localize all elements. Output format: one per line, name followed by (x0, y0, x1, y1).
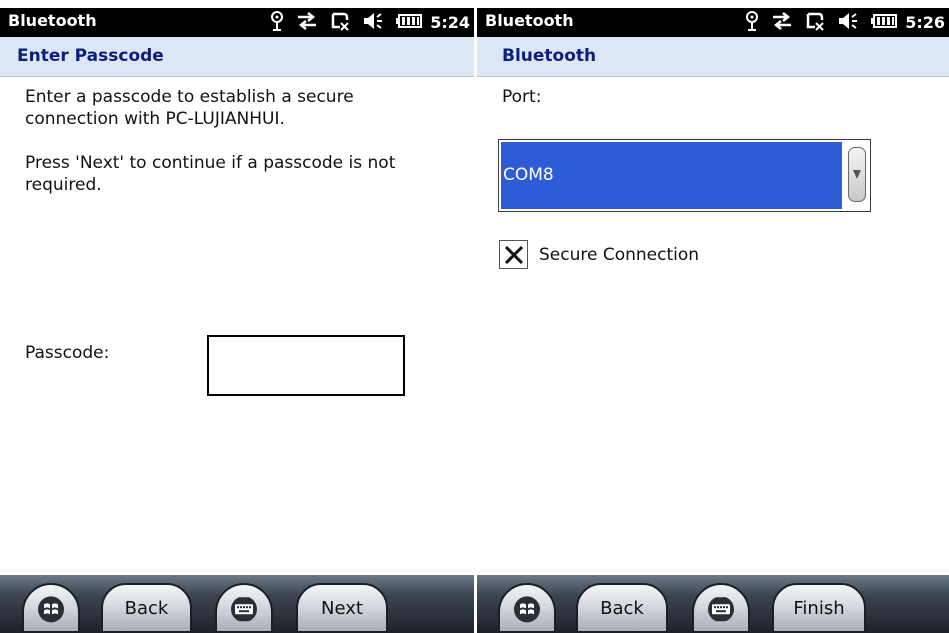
page-title: Enter Passcode (17, 46, 164, 66)
passcode-screen: Bluetooth 5:24 Enter Passcode Enter a pa… (0, 8, 474, 633)
speaker-icon[interactable] (362, 11, 384, 35)
header-bar: Enter Passcode (0, 37, 474, 77)
passcode-label: Passcode: (25, 343, 110, 363)
phone-hangup-icon[interactable] (330, 11, 350, 35)
status-icons: 5:24 (258, 10, 470, 35)
taskbar: Back Next (0, 575, 474, 633)
phone-hangup-icon[interactable] (805, 11, 825, 35)
taskbar: Back Finish (477, 575, 949, 633)
port-select-value: COM8 (503, 165, 554, 185)
back-button[interactable]: Back (101, 583, 192, 633)
passcode-content: Enter a passcode to establish a secure c… (0, 77, 474, 575)
header-bar: Bluetooth (477, 37, 949, 77)
status-time: 5:24 (430, 13, 470, 32)
start-button[interactable] (22, 583, 80, 633)
start-button[interactable] (498, 583, 556, 633)
passcode-input[interactable] (207, 335, 405, 396)
battery-icon[interactable] (396, 13, 423, 33)
status-title: Bluetooth (485, 11, 574, 30)
port-select[interactable]: COM8 (498, 139, 871, 212)
status-bar: Bluetooth 5:26 (477, 8, 949, 37)
next-button[interactable]: Next (296, 583, 388, 633)
status-icons: 5:26 (733, 10, 945, 35)
keyboard-button[interactable] (215, 583, 273, 633)
sync-arrows-icon[interactable] (296, 11, 318, 35)
page-title: Bluetooth (502, 46, 597, 66)
signal-antenna-icon[interactable] (270, 10, 284, 35)
port-label: Port: (502, 87, 542, 107)
chevron-down-icon (853, 170, 861, 179)
windows-start-icon (38, 596, 64, 623)
status-title: Bluetooth (8, 11, 97, 30)
back-button[interactable]: Back (576, 583, 668, 633)
keyboard-button[interactable] (692, 583, 750, 633)
windows-start-icon (514, 596, 540, 623)
secure-connection-checkbox[interactable] (499, 240, 528, 269)
speaker-icon[interactable] (837, 11, 859, 35)
status-bar: Bluetooth 5:24 (0, 8, 474, 37)
bluetooth-settings-screen: Bluetooth 5:26 Bluetooth Port: COM8 Secu… (477, 8, 949, 633)
signal-antenna-icon[interactable] (745, 10, 759, 35)
secure-connection-label: Secure Connection (539, 245, 700, 265)
instruction-line-1: Enter a passcode to establish a secure (25, 87, 354, 107)
check-x-icon (504, 245, 524, 265)
hint-line-2: required. (25, 175, 102, 195)
keyboard-icon (231, 597, 257, 622)
bluetooth-settings-content: Port: COM8 Secure Connection (477, 77, 949, 575)
hint-line-1: Press 'Next' to continue if a passcode i… (25, 153, 396, 173)
dropdown-button[interactable] (848, 147, 866, 202)
finish-button[interactable]: Finish (772, 583, 866, 633)
instruction-line-2: connection with PC-LUJIANHUI. (25, 109, 285, 129)
keyboard-icon (708, 597, 734, 622)
sync-arrows-icon[interactable] (771, 11, 793, 35)
battery-icon[interactable] (871, 13, 898, 33)
status-time: 5:26 (905, 13, 945, 32)
